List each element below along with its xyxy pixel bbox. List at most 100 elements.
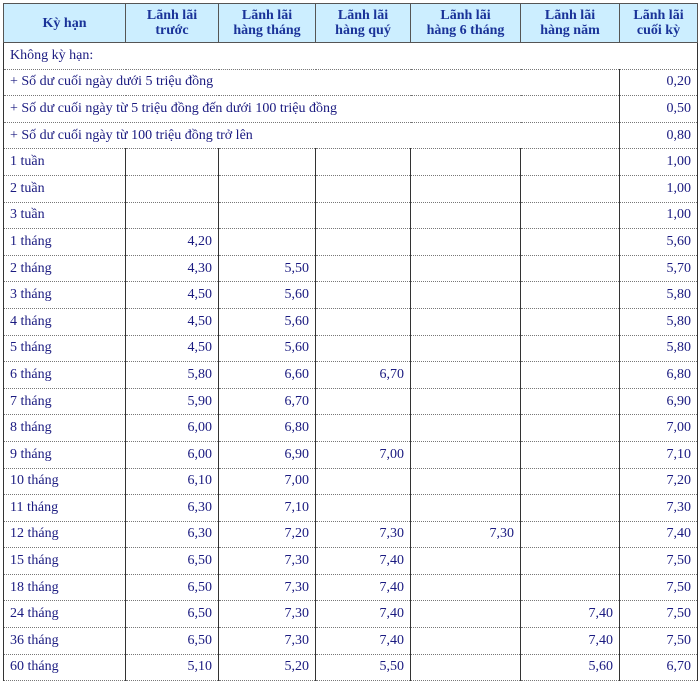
table-row: 15 tháng 6,50 7,30 7,40 7,50 <box>3 547 698 575</box>
column-header-line: hàng quý <box>335 23 391 38</box>
term-cell: 9 tháng <box>3 440 126 469</box>
column-header-2: Lãnh lãi hàng tháng <box>218 3 316 43</box>
rate-cell <box>520 547 620 575</box>
table-row: 3 tháng 4,50 5,60 5,80 <box>3 281 698 309</box>
rate-cell <box>315 467 411 496</box>
rate-cell: 5,90 <box>125 387 219 416</box>
header-row: Kỳ hạn Lãnh lãi trước Lãnh lãi hàng tháng Lãn… <box>3 3 698 43</box>
rate-cell <box>218 228 316 256</box>
rate-cell <box>410 573 521 602</box>
rate-cell: 7,40 <box>520 600 620 629</box>
rate-cell: 1,00 <box>619 148 698 176</box>
column-header-line: hàng tháng <box>233 23 301 38</box>
rate-cell <box>410 547 521 575</box>
table-row: 6 tháng 5,80 6,60 6,70 6,80 <box>3 361 698 389</box>
rate-cell: 1,00 <box>619 201 698 230</box>
rate-cell: 6,10 <box>125 467 219 496</box>
table-row: 2 tuần 1,00 <box>3 174 698 203</box>
table-row: 3 tuần 1,00 <box>3 201 698 230</box>
rate-cell: 6,70 <box>315 361 411 389</box>
term-cell: 24 tháng <box>3 600 126 629</box>
term-cell: 8 tháng <box>3 414 126 442</box>
rate-cell: 4,20 <box>125 228 219 256</box>
column-header-line: Lãnh lãi <box>146 8 198 23</box>
rate-cell <box>410 600 521 629</box>
rate-cell <box>315 281 411 309</box>
rate-cell: 7,30 <box>218 600 316 629</box>
column-header-3: Lãnh lãi hàng quý <box>315 3 411 43</box>
table-row: 9 tháng 6,00 6,90 7,00 7,10 <box>3 440 698 469</box>
rate-cell: 6,00 <box>125 440 219 469</box>
rate-cell: 5,60 <box>619 228 698 256</box>
rate-cell: 5,50 <box>218 254 316 283</box>
rate-cell <box>520 148 620 176</box>
rate-cell <box>520 254 620 283</box>
rate-cell <box>125 201 219 230</box>
rate-cell <box>520 520 620 549</box>
rate-cell <box>315 254 411 283</box>
rate-cell: 7,00 <box>619 414 698 442</box>
no-term-rate: 0,20 <box>619 68 698 97</box>
rate-cell <box>520 467 620 496</box>
term-cell: 15 tháng <box>3 547 126 575</box>
rate-cell: 6,50 <box>125 547 219 575</box>
rate-cell <box>410 201 521 230</box>
rate-cell: 7,30 <box>315 520 411 549</box>
column-header-1: Lãnh lãi trước <box>125 3 219 43</box>
rate-cell: 7,40 <box>315 600 411 629</box>
no-term-label: + Số dư cuối ngày từ 100 triệu đồng trở … <box>3 121 620 150</box>
column-header-line: trước <box>155 23 189 38</box>
rate-cell: 6,80 <box>218 414 316 442</box>
rate-cell <box>410 281 521 309</box>
no-term-row: + Số dư cuối ngày dưới 5 triệu đồng 0,20 <box>3 68 698 97</box>
rate-cell <box>410 334 521 363</box>
rate-cell <box>410 467 521 496</box>
rate-cell: 5,10 <box>125 653 219 681</box>
rate-cell: 6,30 <box>125 520 219 549</box>
table-row: 36 tháng 6,50 7,30 7,40 7,40 7,50 <box>3 627 698 655</box>
rate-cell: 7,40 <box>315 573 411 602</box>
rate-cell <box>315 228 411 256</box>
term-cell: 5 tháng <box>3 334 126 363</box>
no-term-label: + Số dư cuối ngày dưới 5 triệu đồng <box>3 68 620 97</box>
term-cell: 3 tháng <box>3 281 126 309</box>
rate-cell: 7,50 <box>619 573 698 602</box>
column-header-line: Lãnh lãi <box>337 8 389 23</box>
table-row: 8 tháng 6,00 6,80 7,00 <box>3 414 698 442</box>
rate-cell <box>410 174 521 203</box>
column-header-line: cuối kỳ <box>636 23 681 38</box>
term-cell: 6 tháng <box>3 361 126 389</box>
rate-cell <box>125 174 219 203</box>
rate-cell <box>520 281 620 309</box>
rate-cell: 6,50 <box>125 573 219 602</box>
rate-cell: 4,30 <box>125 254 219 283</box>
rate-cell: 5,60 <box>218 307 316 336</box>
rate-cell <box>410 440 521 469</box>
rate-cell: 7,30 <box>619 494 698 522</box>
rate-cell: 5,60 <box>520 653 620 681</box>
rate-cell: 7,00 <box>315 440 411 469</box>
rate-cell <box>520 573 620 602</box>
rate-cell: 7,50 <box>619 627 698 655</box>
term-cell: 2 tuần <box>3 174 126 203</box>
section-row: Không kỳ hạn: <box>3 42 698 70</box>
column-header-4: Lãnh lãi hàng 6 tháng <box>410 3 521 43</box>
column-header-0: Kỳ hạn <box>3 3 126 43</box>
table-row: 11 tháng 6,30 7,10 7,30 <box>3 494 698 522</box>
table-row: 60 tháng 5,10 5,20 5,50 5,60 6,70 <box>3 653 698 681</box>
rate-cell <box>315 307 411 336</box>
rate-cell: 6,30 <box>125 494 219 522</box>
rate-cell <box>410 361 521 389</box>
rate-cell: 5,80 <box>619 334 698 363</box>
rate-cell: 5,80 <box>619 307 698 336</box>
table-row: 10 tháng 6,10 7,00 7,20 <box>3 467 698 496</box>
rate-cell <box>315 387 411 416</box>
rate-cell: 6,50 <box>125 627 219 655</box>
rate-cell: 4,50 <box>125 281 219 309</box>
rate-cell: 4,50 <box>125 307 219 336</box>
term-cell: 1 tuần <box>3 148 126 176</box>
term-cell: 11 tháng <box>3 494 126 522</box>
rate-cell: 7,40 <box>520 627 620 655</box>
rate-cell <box>520 334 620 363</box>
table-row: 24 tháng 6,50 7,30 7,40 7,40 7,50 <box>3 600 698 629</box>
